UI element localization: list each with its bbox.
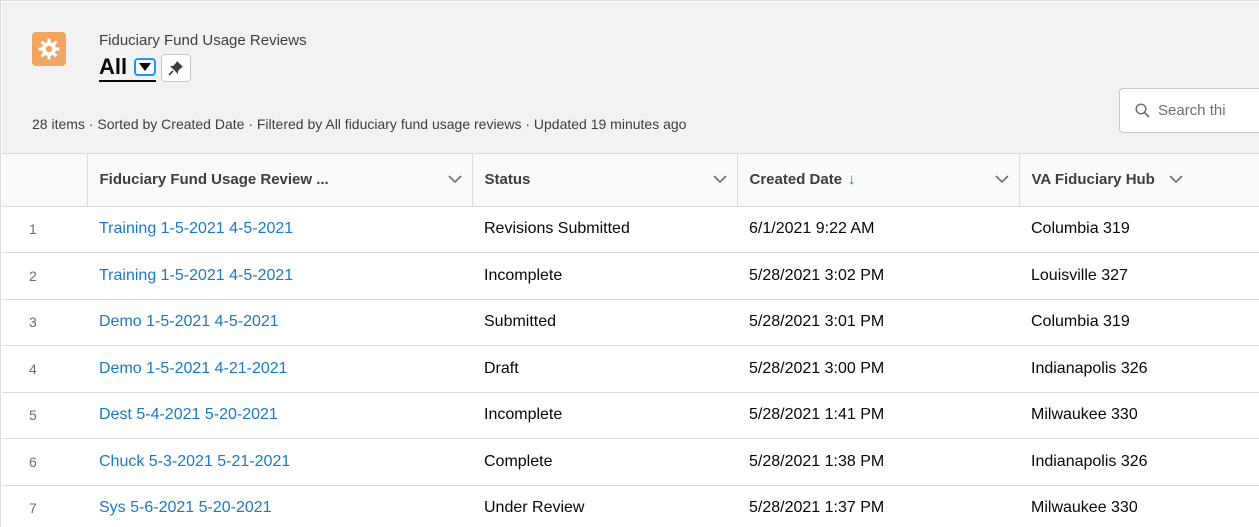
column-header-created-date[interactable]: Created Date ↓ <box>737 154 1020 207</box>
created-date-cell: 5/28/2021 3:01 PM <box>737 299 1019 346</box>
status-cell: Draft <box>472 345 737 393</box>
hub-cell: Columbia 319 <box>1019 299 1259 346</box>
created-date-cell: 5/28/2021 1:38 PM <box>737 438 1019 486</box>
pin-icon <box>168 61 184 76</box>
record-name-link[interactable]: Demo 1-5-2021 4-5-2021 <box>99 313 279 330</box>
record-name-link[interactable]: Demo 1-5-2021 4-21-2021 <box>99 360 288 377</box>
column-header-label: Status <box>484 171 531 189</box>
row-number: 4 <box>2 345 87 393</box>
status-cell: Under Review <box>472 485 737 527</box>
hub-cell: Milwaukee 330 <box>1019 485 1259 527</box>
list-view-name[interactable]: All <box>99 53 157 82</box>
row-number: 6 <box>2 438 87 486</box>
hub-cell: Milwaukee 330 <box>1019 392 1259 439</box>
table-row: 3 Demo 1-5-2021 4-5-2021 Submitted 5/28/… <box>2 299 1259 346</box>
chevron-down-icon[interactable] <box>712 175 727 184</box>
table-row: 1 Training 1-5-2021 4-5-2021 Revisions S… <box>2 206 1259 253</box>
table-row: 2 Training 1-5-2021 4-5-2021 Incomplete … <box>2 252 1259 300</box>
records-table: Fiduciary Fund Usage Review ... Status C… <box>2 154 1259 527</box>
record-name-cell: Demo 1-5-2021 4-5-2021 <box>87 299 472 346</box>
column-header-label: Fiduciary Fund Usage Review ... <box>99 171 329 189</box>
row-number-header <box>2 154 88 207</box>
row-number: 1 <box>2 206 87 253</box>
record-name-cell: Dest 5-4-2021 5-20-2021 <box>87 392 472 439</box>
table-body: 1 Training 1-5-2021 4-5-2021 Revisions S… <box>2 206 1259 527</box>
record-name-link[interactable]: Training 1-5-2021 4-5-2021 <box>99 267 293 284</box>
list-view-dropdown-button[interactable] <box>134 57 157 76</box>
sort-descending-icon: ↓ <box>848 171 856 189</box>
record-name-cell: Training 1-5-2021 4-5-2021 <box>87 206 472 253</box>
created-date-cell: 5/28/2021 1:37 PM <box>737 485 1019 527</box>
status-cell: Incomplete <box>472 252 737 300</box>
search-placeholder: Search thi <box>1158 102 1226 119</box>
record-name-link[interactable]: Training 1-5-2021 4-5-2021 <box>99 220 293 237</box>
record-name-cell: Training 1-5-2021 4-5-2021 <box>87 252 472 300</box>
status-cell: Revisions Submitted <box>472 206 737 253</box>
row-number: 7 <box>2 485 87 527</box>
column-header-name[interactable]: Fiduciary Fund Usage Review ... <box>87 154 473 207</box>
caret-down-icon <box>139 62 152 71</box>
chevron-down-icon[interactable] <box>1169 175 1183 184</box>
hub-cell: Louisville 327 <box>1019 252 1259 300</box>
object-name: Fiduciary Fund Usage Reviews <box>99 32 307 49</box>
table-header-row: Fiduciary Fund Usage Review ... Status C… <box>2 154 1259 207</box>
hub-cell: Indianapolis 326 <box>1019 438 1259 486</box>
created-date-cell: 5/28/2021 1:41 PM <box>737 392 1019 439</box>
record-name-link[interactable]: Chuck 5-3-2021 5-21-2021 <box>99 453 290 470</box>
column-header-va-fiduciary-hub[interactable]: VA Fiduciary Hub <box>1019 154 1259 207</box>
table-row: 6 Chuck 5-3-2021 5-21-2021 Complete 5/28… <box>2 438 1259 486</box>
row-number: 3 <box>2 299 87 346</box>
status-cell: Complete <box>472 438 737 486</box>
table-row: 4 Demo 1-5-2021 4-21-2021 Draft 5/28/202… <box>2 345 1259 393</box>
hub-cell: Indianapolis 326 <box>1019 345 1259 393</box>
record-name-link[interactable]: Sys 5-6-2021 5-20-2021 <box>99 499 272 516</box>
row-number: 2 <box>2 252 87 300</box>
hub-cell: Columbia 319 <box>1019 206 1259 253</box>
table-row: 7 Sys 5-6-2021 5-20-2021 Under Review 5/… <box>2 485 1259 527</box>
record-name-cell: Demo 1-5-2021 4-21-2021 <box>87 345 472 393</box>
list-view-selector: All <box>99 53 192 83</box>
column-header-status[interactable]: Status <box>472 154 738 207</box>
search-icon <box>1135 103 1150 118</box>
pin-list-view-button[interactable] <box>161 54 192 82</box>
record-name-link[interactable]: Dest 5-4-2021 5-20-2021 <box>99 406 278 423</box>
created-date-cell: 5/28/2021 3:00 PM <box>737 345 1019 393</box>
column-header-label: VA Fiduciary Hub <box>1031 171 1155 189</box>
list-view-header: Fiduciary Fund Usage Reviews All 28 item… <box>2 2 1259 154</box>
list-view-summary: 28 items · Sorted by Created Date · Filt… <box>32 116 687 132</box>
fiduciary-gear-icon <box>32 32 66 66</box>
list-view-name-label: All <box>99 53 128 79</box>
status-cell: Submitted <box>472 299 737 346</box>
row-number: 5 <box>2 392 87 439</box>
list-view: Fiduciary Fund Usage Reviews All 28 item… <box>0 0 1259 527</box>
record-name-cell: Sys 5-6-2021 5-20-2021 <box>87 485 472 527</box>
created-date-cell: 5/28/2021 3:02 PM <box>737 252 1019 300</box>
created-date-cell: 6/1/2021 9:22 AM <box>737 206 1019 253</box>
record-name-cell: Chuck 5-3-2021 5-21-2021 <box>87 438 472 486</box>
status-cell: Incomplete <box>472 392 737 439</box>
chevron-down-icon[interactable] <box>994 175 1009 184</box>
chevron-down-icon[interactable] <box>447 175 462 184</box>
table-row: 5 Dest 5-4-2021 5-20-2021 Incomplete 5/2… <box>2 392 1259 439</box>
search-input[interactable]: Search thi <box>1119 88 1259 133</box>
column-header-label: Created Date <box>749 171 843 189</box>
